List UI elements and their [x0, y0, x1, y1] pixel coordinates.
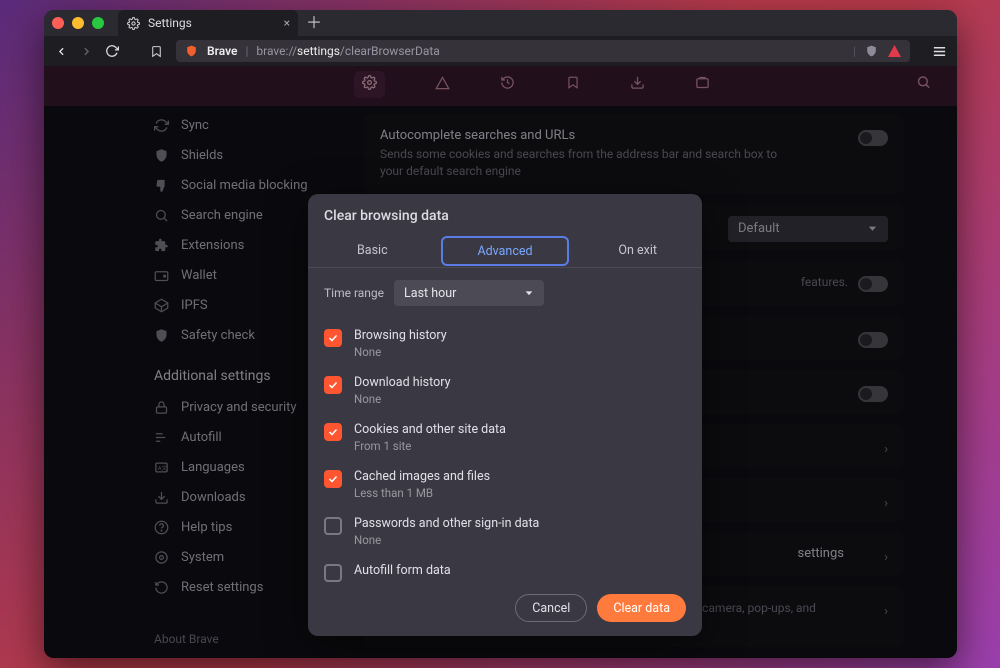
url-brand: Brave — [207, 44, 237, 58]
reload-icon[interactable] — [104, 44, 119, 59]
clear-data-dialog: Clear browsing data Basic Advanced On ex… — [308, 194, 702, 636]
item-title: Autofill form data — [354, 563, 451, 578]
url-toolbar: Brave | brave://settings/clearBrowserDat… — [44, 36, 957, 66]
item-sub: Less than 1 MB — [354, 486, 490, 500]
menu-icon[interactable] — [932, 44, 947, 59]
time-range-row: Time range Last hour — [308, 268, 702, 318]
list-item[interactable]: Autofill form data — [324, 555, 686, 582]
item-title: Browsing history — [354, 328, 447, 343]
back-icon[interactable] — [54, 44, 69, 59]
brave-shield-icon — [184, 44, 199, 59]
item-title: Passwords and other sign-in data — [354, 516, 539, 531]
url-bar[interactable]: Brave | brave://settings/clearBrowserDat… — [176, 40, 910, 62]
modal-tabs: Basic Advanced On exit — [308, 234, 702, 268]
cancel-button[interactable]: Cancel — [515, 594, 587, 622]
checkbox[interactable] — [324, 470, 342, 488]
time-range-select[interactable]: Last hour — [394, 280, 544, 306]
gear-icon — [126, 16, 141, 31]
checkbox[interactable] — [324, 376, 342, 394]
item-sub: From 1 site — [354, 439, 506, 453]
checkbox[interactable] — [324, 329, 342, 347]
new-tab-button[interactable]: ＋ — [306, 15, 322, 31]
time-range-label: Time range — [324, 286, 384, 300]
list-item[interactable]: Cookies and other site data From 1 site — [324, 414, 686, 461]
checkbox[interactable] — [324, 517, 342, 535]
url-scheme: brave:// — [256, 44, 297, 58]
content-area: Sync Shields Social media blocking Searc… — [44, 66, 957, 658]
item-title: Cached images and files — [354, 469, 490, 484]
close-tab-icon[interactable]: × — [284, 16, 290, 30]
list-item[interactable]: Passwords and other sign-in data None — [324, 508, 686, 555]
shield-badge-icon[interactable] — [864, 44, 879, 59]
window-maximize-button[interactable] — [92, 17, 104, 29]
window-minimize-button[interactable] — [72, 17, 84, 29]
modal-buttons: Cancel Clear data — [308, 586, 702, 622]
item-sub: None — [354, 392, 450, 406]
checkbox[interactable] — [324, 564, 342, 582]
forward-icon — [79, 44, 94, 59]
clear-data-button[interactable]: Clear data — [597, 594, 686, 622]
url-path-bold: settings — [297, 44, 340, 58]
item-sub: None — [354, 533, 539, 547]
item-title: Cookies and other site data — [354, 422, 506, 437]
list-item[interactable]: Download history None — [324, 367, 686, 414]
list-item[interactable]: Browsing history None — [324, 320, 686, 367]
rewards-icon[interactable] — [887, 44, 902, 59]
checkbox[interactable] — [324, 423, 342, 441]
tab-title: Settings — [148, 16, 192, 30]
browser-tab[interactable]: Settings × — [118, 10, 298, 36]
modal-title: Clear browsing data — [308, 194, 702, 234]
modal-tab-basic[interactable]: Basic — [308, 234, 437, 267]
titlebar: Settings × ＋ — [44, 10, 957, 36]
modal-tab-onexit[interactable]: On exit — [573, 234, 702, 267]
clear-data-list: Browsing history None Download history Non… — [308, 318, 702, 586]
bookmark-icon[interactable] — [149, 44, 164, 59]
window-close-button[interactable] — [52, 17, 64, 29]
list-item[interactable]: Cached images and files Less than 1 MB — [324, 461, 686, 508]
url-path-rest: /clearBrowserData — [340, 44, 440, 58]
modal-tab-advanced[interactable]: Advanced — [441, 236, 570, 266]
item-title: Download history — [354, 375, 450, 390]
item-sub: None — [354, 345, 447, 359]
time-range-value: Last hour — [404, 286, 456, 301]
browser-window: Settings × ＋ Brave | brave://settings/cl… — [44, 10, 957, 658]
